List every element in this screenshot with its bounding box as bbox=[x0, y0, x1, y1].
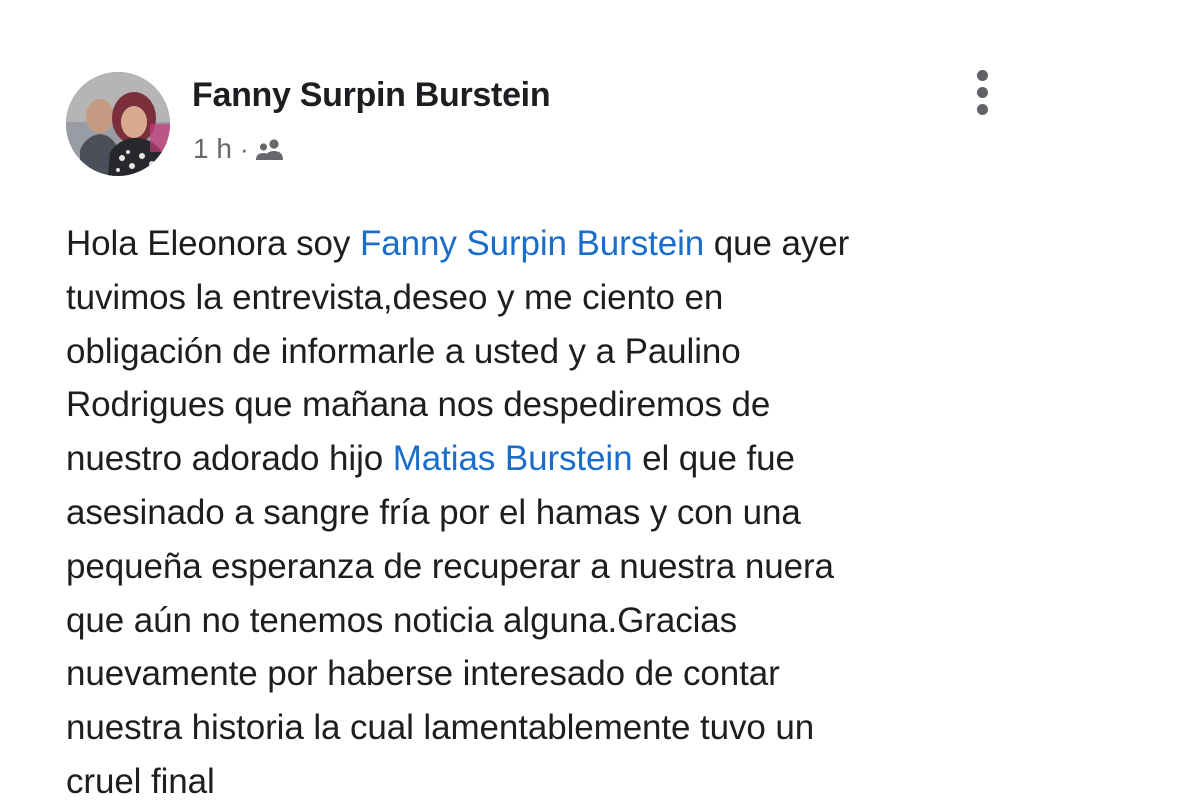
post-text-segment: Hola Eleonora soy bbox=[66, 224, 360, 263]
friends-icon[interactable] bbox=[255, 137, 285, 161]
post-text-line: tuvimos la entrevista,deseo y me ciento … bbox=[66, 271, 1106, 325]
post-text-segment: nuestro adorado hijo bbox=[66, 439, 393, 479]
post-text-line: nuevamente por haberse interesado de con… bbox=[66, 647, 1106, 701]
author-avatar[interactable] bbox=[66, 72, 170, 176]
post-text-line: nuestro adorado hijo Matias Burstein el … bbox=[66, 432, 1106, 486]
post-text-segment: que aún no tenemos noticia alguna.Gracia… bbox=[66, 600, 738, 640]
post-text-segment: nuestra historia la cual lamentablemente… bbox=[66, 708, 815, 748]
post-text-segment: cruel final bbox=[66, 761, 215, 801]
post-text-line: que aún no tenemos noticia alguna.Gracia… bbox=[66, 594, 1106, 648]
profile-photo-avatar bbox=[66, 72, 170, 176]
mention-link[interactable]: Fanny Surpin Burstein bbox=[360, 224, 704, 263]
post-meta: 1 h · bbox=[193, 133, 285, 165]
post-text-line: nuestra historia la cual lamentablemente… bbox=[66, 701, 1106, 755]
author-name[interactable]: Fanny Surpin Burstein bbox=[192, 76, 551, 115]
post-text-line: obligación de informarle a usted y a Pau… bbox=[66, 325, 1106, 379]
post-text-segment: el que fue bbox=[632, 439, 795, 479]
post-text-line: asesinado a sangre fría por el hamas y c… bbox=[66, 486, 1106, 540]
post-text-segment: que ayer bbox=[704, 224, 850, 263]
post-text-segment: Rodrigues que mañana nos despediremos de bbox=[66, 385, 771, 425]
post-text-line: Rodrigues que mañana nos despediremos de bbox=[66, 378, 1106, 432]
post-text-segment: tuvimos la entrevista,deseo y me ciento … bbox=[66, 277, 724, 317]
post-text-segment: asesinado a sangre fría por el hamas y c… bbox=[66, 492, 801, 532]
post-text-line: Hola Eleonora soy Fanny Surpin Burstein … bbox=[66, 217, 1106, 271]
post-text: Hola Eleonora soy Fanny Surpin Burstein … bbox=[66, 217, 1106, 804]
meta-separator: · bbox=[239, 134, 249, 164]
post-text-line: cruel final bbox=[66, 755, 1106, 804]
post-text-line: pequeña esperanza de recuperar a nuestra… bbox=[66, 540, 1106, 594]
post-timestamp[interactable]: 1 h bbox=[193, 133, 232, 165]
more-options-icon[interactable] bbox=[966, 68, 1000, 118]
post-text-segment: obligación de informarle a usted y a Pau… bbox=[66, 331, 741, 371]
post-text-segment: pequeña esperanza de recuperar a nuestra… bbox=[66, 546, 834, 586]
post-card: Fanny Surpin Burstein 1 h · Hola Eleonor… bbox=[0, 0, 1200, 804]
mention-link[interactable]: Matias Burstein bbox=[393, 439, 633, 478]
post-text-segment: nuevamente por haberse interesado de con… bbox=[66, 654, 780, 694]
